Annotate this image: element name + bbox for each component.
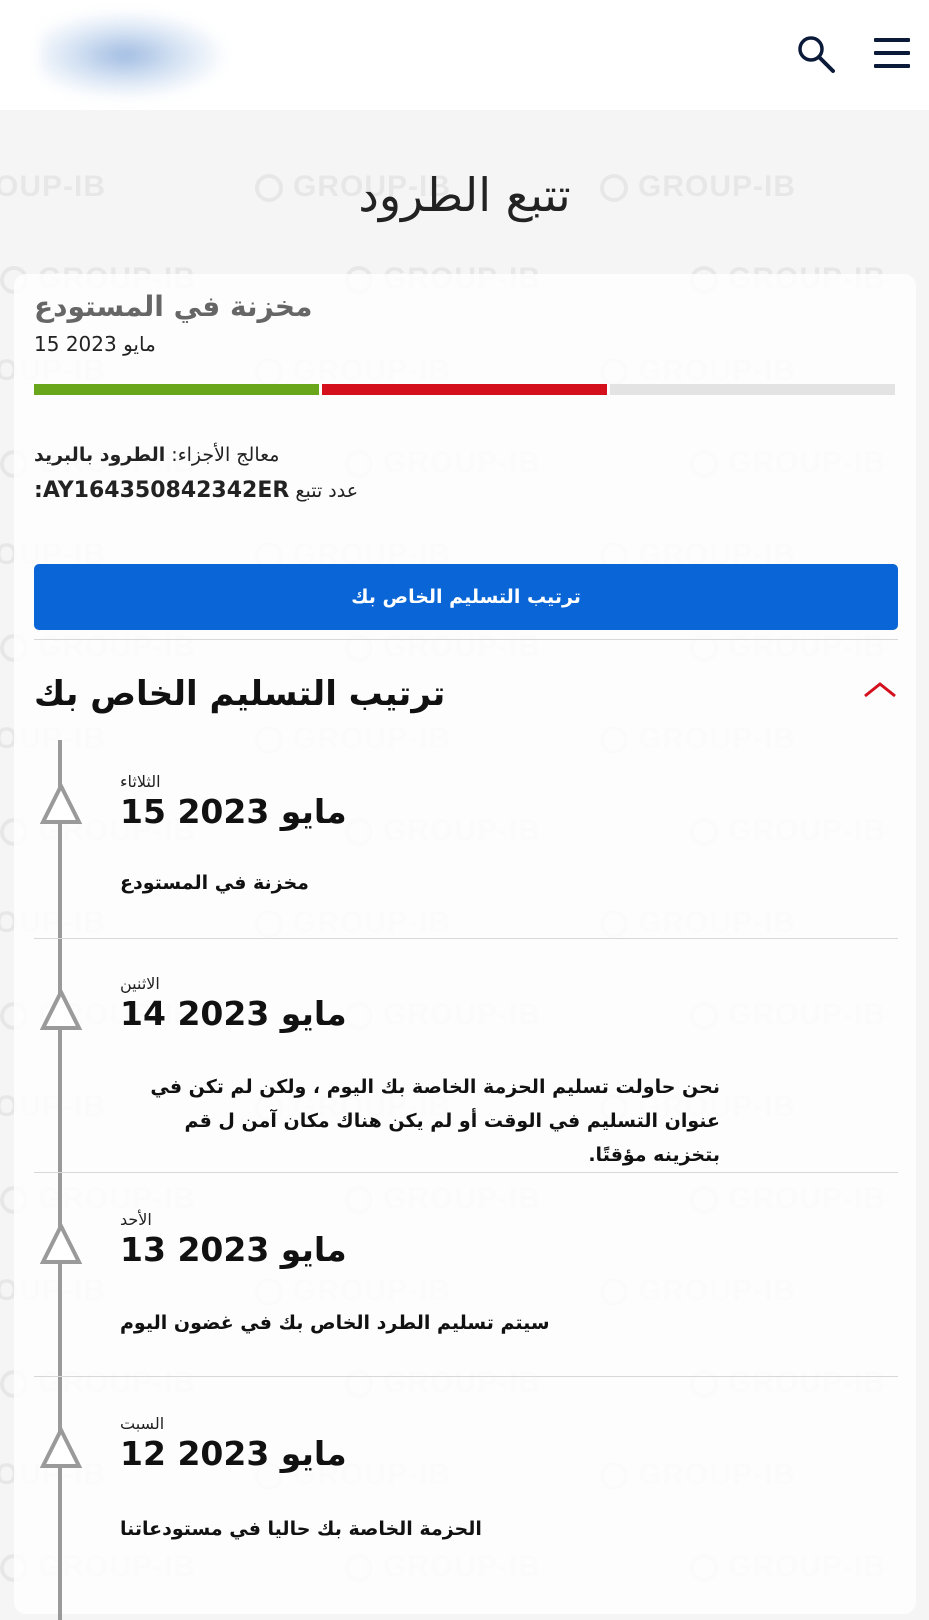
page-title: تتبع الطرود (358, 168, 571, 222)
divider (34, 1376, 898, 1377)
event-description: مخزنة في المستودع (120, 872, 309, 894)
event-day: الاثنين (120, 974, 160, 993)
tracking-label: عدد تتبع (295, 480, 359, 502)
triangle-marker-icon (39, 1426, 83, 1468)
arrange-delivery-button[interactable]: ترتيب التسليم الخاص بك (34, 564, 898, 630)
event-day: الأحد (120, 1210, 152, 1229)
chevron-up-icon[interactable] (862, 678, 898, 702)
hamburger-menu-icon[interactable] (874, 36, 912, 70)
progress-bar (34, 384, 895, 395)
divider (34, 639, 898, 640)
triangle-marker-icon (39, 782, 83, 824)
progress-segment-1 (34, 384, 319, 395)
status-date: مايو 2023 15 (34, 332, 156, 356)
event-description: نحن حاولت تسليم الحزمة الخاصة بك اليوم ،… (150, 1076, 720, 1166)
progress-segment-3 (610, 384, 895, 395)
handler-label: معالج الأجزاء: (171, 444, 280, 466)
event-description: الحزمة الخاصة بك حاليا في مستودعاتنا (120, 1518, 482, 1540)
event-day: السبت (120, 1414, 165, 1433)
progress-segment-2 (322, 384, 607, 395)
event-description: سيتم تسليم الطرد الخاص بك في غضون اليوم (120, 1312, 550, 1334)
tracking-number: AY164350842342ER: (34, 478, 290, 503)
status-title: مخزنة في المستودع (34, 290, 313, 323)
site-header (0, 0, 929, 110)
divider (34, 1172, 898, 1173)
event-date: مايو 2023 14 (120, 994, 347, 1033)
handler-line: معالج الأجزاء: الطرود بالبريد (34, 444, 279, 466)
tracking-card: مخزنة في المستودع مايو 2023 15 معالج الأ… (14, 274, 916, 1620)
event-day: الثلاثاء (120, 772, 161, 791)
blurred-logo[interactable] (40, 10, 230, 100)
event-date: مايو 2023 13 (120, 1230, 347, 1269)
triangle-marker-icon (39, 988, 83, 1030)
handler-value: الطرود بالبريد (34, 444, 166, 466)
event-date: مايو 2023 15 (120, 792, 347, 831)
section-title: ترتيب التسليم الخاص بك (34, 674, 446, 714)
search-icon[interactable] (796, 34, 836, 74)
divider (34, 938, 898, 939)
triangle-marker-icon (39, 1222, 83, 1264)
timeline-line (58, 740, 62, 1620)
tracking-line: عدد تتبع AY164350842342ER: (34, 478, 358, 503)
event-date: مايو 2023 12 (120, 1434, 347, 1473)
